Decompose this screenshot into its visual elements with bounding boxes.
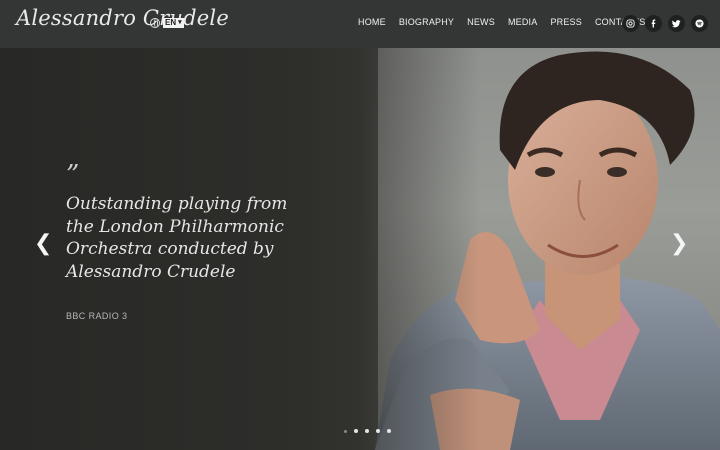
- slider-dot[interactable]: [387, 429, 391, 433]
- globe-icon: [150, 18, 160, 28]
- facebook-icon[interactable]: [645, 15, 662, 32]
- site-header: Alessandro Crudele EN ▾ HOME BIOGRAPHY N…: [0, 0, 720, 48]
- page: Alessandro Crudele EN ▾ HOME BIOGRAPHY N…: [0, 0, 720, 450]
- slider-dot[interactable]: [365, 429, 369, 433]
- slider-dot[interactable]: [354, 429, 358, 433]
- nav-home[interactable]: HOME: [358, 17, 386, 27]
- language-select[interactable]: EN ▾: [163, 18, 184, 28]
- slider-dot[interactable]: [344, 429, 347, 433]
- slider-prev-arrow-icon[interactable]: ❮: [34, 233, 52, 255]
- quote-mark-icon: ”: [66, 160, 80, 190]
- instagram-icon[interactable]: [622, 15, 639, 32]
- nav-media[interactable]: MEDIA: [508, 17, 538, 27]
- twitter-icon[interactable]: [668, 15, 685, 32]
- language-value: EN: [165, 18, 177, 27]
- spotify-icon[interactable]: [691, 15, 708, 32]
- quote-source: BBC RADIO 3: [66, 311, 128, 321]
- site-logo[interactable]: Alessandro Crudele: [16, 6, 229, 30]
- main-nav: HOME BIOGRAPHY NEWS MEDIA PRESS CONTACTS: [358, 17, 658, 27]
- slider-next-arrow-icon[interactable]: ❯: [670, 233, 688, 255]
- nav-press[interactable]: PRESS: [550, 17, 582, 27]
- language-switcher[interactable]: EN ▾: [150, 18, 184, 28]
- nav-news[interactable]: NEWS: [467, 17, 495, 27]
- slider-dot[interactable]: [376, 429, 380, 433]
- hero-quote: Outstanding playing from the London Phil…: [66, 194, 288, 282]
- slider-pagination: [344, 429, 391, 433]
- chevron-down-icon: ▾: [178, 19, 182, 26]
- nav-biography[interactable]: BIOGRAPHY: [399, 17, 454, 27]
- social-links: [622, 15, 708, 32]
